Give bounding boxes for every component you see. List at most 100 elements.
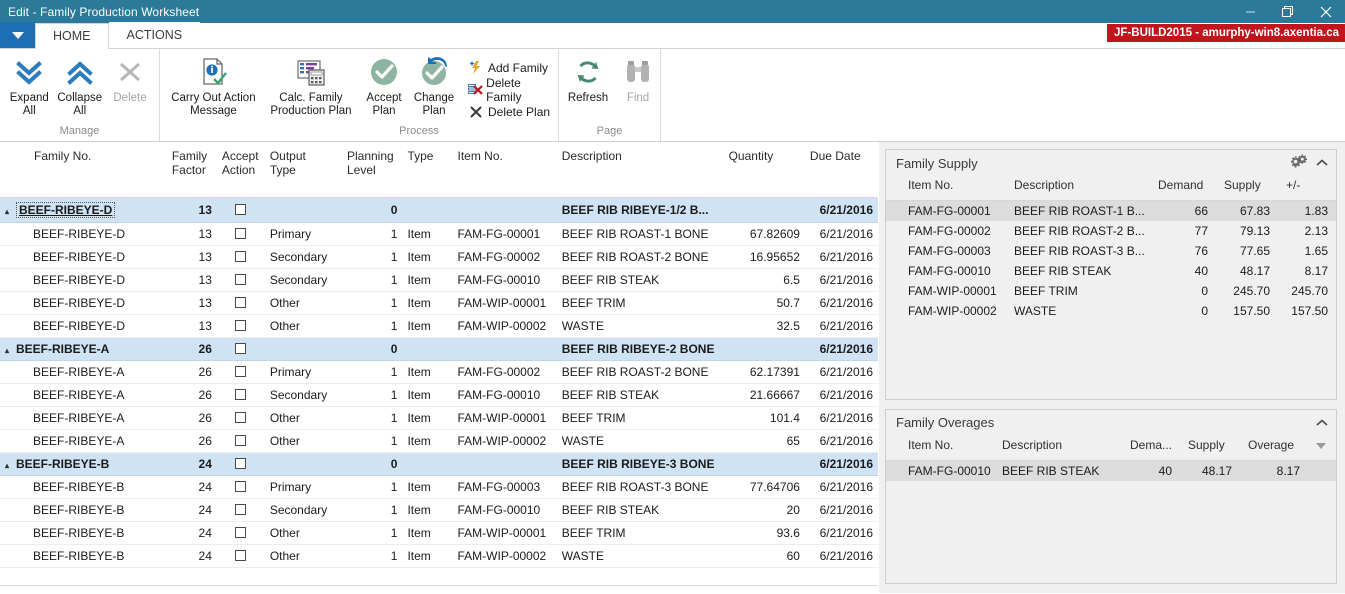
table-row[interactable]: BEEF-RIBEYE-D13Secondary1ItemFAM-FG-0000…: [0, 245, 878, 268]
col-type[interactable]: Type: [402, 142, 452, 197]
cell-output-type[interactable]: Other: [265, 521, 342, 544]
cell-family-factor[interactable]: 24: [167, 498, 217, 521]
fs-cell-item-no[interactable]: FAM-FG-00003: [886, 241, 1006, 261]
family-overages-row[interactable]: FAM-FG-00010BEEF RIB STEAK4048.178.17: [886, 460, 1336, 481]
cell-due-date[interactable]: 6/21/2016: [805, 245, 878, 268]
table-row[interactable]: BEEF-RIBEYE-B24Other1ItemFAM-WIP-00001BE…: [0, 521, 878, 544]
tab-actions[interactable]: ACTIONS: [109, 22, 201, 48]
cell-family-no[interactable]: BEEF-RIBEYE-B: [0, 544, 167, 567]
cell-planning-level[interactable]: 1: [342, 544, 402, 567]
cell-output-type[interactable]: Other: [265, 291, 342, 314]
accept-action-checkbox[interactable]: [235, 412, 246, 423]
col-due-date[interactable]: Due Date: [805, 142, 878, 197]
cell-item-no[interactable]: FAM-FG-00002: [453, 245, 557, 268]
cell-quantity[interactable]: 77.64706: [724, 475, 805, 498]
fs-cell-plus-minus[interactable]: 1.65: [1278, 241, 1336, 261]
fs-cell-demand[interactable]: 76: [1150, 241, 1216, 261]
table-row[interactable]: BEEF-RIBEYE-B24Secondary1ItemFAM-FG-0001…: [0, 498, 878, 521]
fs-cell-plus-minus[interactable]: 8.17: [1278, 261, 1336, 281]
cell-description[interactable]: WASTE: [557, 544, 724, 567]
cell-due-date[interactable]: 6/21/2016: [805, 337, 878, 360]
expand-all-button[interactable]: Expand All: [4, 55, 55, 118]
cell-accept-action[interactable]: [217, 197, 265, 222]
col-planning-level[interactable]: Planning Level: [342, 142, 402, 197]
cell-accept-action[interactable]: [217, 429, 265, 452]
cell-family-no[interactable]: BEEF-RIBEYE-B: [0, 475, 167, 498]
table-row[interactable]: BEEF-RIBEYE-D13Secondary1ItemFAM-FG-0001…: [0, 268, 878, 291]
cell-accept-action[interactable]: [217, 498, 265, 521]
table-row[interactable]: BEEF-RIBEYE-D13Other1ItemFAM-WIP-00001BE…: [0, 291, 878, 314]
cell-description[interactable]: WASTE: [557, 314, 724, 337]
fs-cell-item-no[interactable]: FAM-WIP-00002: [886, 301, 1006, 321]
accept-action-checkbox[interactable]: [235, 343, 246, 354]
cell-due-date[interactable]: 6/21/2016: [805, 429, 878, 452]
fs-cell-description[interactable]: WASTE: [1006, 301, 1150, 321]
accept-action-checkbox[interactable]: [235, 504, 246, 515]
fs-cell-supply[interactable]: 157.50: [1216, 301, 1278, 321]
cell-due-date[interactable]: 6/21/2016: [805, 222, 878, 245]
close-icon[interactable]: [1307, 0, 1345, 23]
col-description[interactable]: Description: [557, 142, 724, 197]
cell-family-factor[interactable]: 24: [167, 544, 217, 567]
cell-due-date[interactable]: 6/21/2016: [805, 498, 878, 521]
fs-cell-description[interactable]: BEEF RIB ROAST-2 B...: [1006, 221, 1150, 241]
cell-family-no[interactable]: ▴BEEF-RIBEYE-B: [0, 452, 167, 475]
cell-family-factor[interactable]: 26: [167, 383, 217, 406]
cell-quantity[interactable]: 21.66667: [724, 383, 805, 406]
cell-type[interactable]: Item: [402, 268, 452, 291]
cell-accept-action[interactable]: [217, 291, 265, 314]
carry-out-action-message-button[interactable]: Carry Out Action Message: [164, 55, 263, 118]
cell-family-no[interactable]: BEEF-RIBEYE-D: [0, 291, 167, 314]
fs-col-supply[interactable]: Supply: [1216, 176, 1278, 201]
fs-cell-item-no[interactable]: FAM-FG-00002: [886, 221, 1006, 241]
cell-family-no[interactable]: ▴BEEF-RIBEYE-A: [0, 337, 167, 360]
accept-plan-button[interactable]: Accept Plan: [359, 55, 409, 118]
fs-col-plus-minus[interactable]: +/-: [1278, 176, 1336, 201]
refresh-button[interactable]: Refresh: [563, 55, 613, 105]
col-output-type[interactable]: Output Type: [265, 142, 342, 197]
family-supply-row[interactable]: FAM-FG-00001BEEF RIB ROAST-1 B...6667.83…: [886, 201, 1336, 222]
cell-family-factor[interactable]: 13: [167, 222, 217, 245]
fo-cell-demand[interactable]: 40: [1122, 460, 1180, 481]
cell-due-date[interactable]: 6/21/2016: [805, 268, 878, 291]
fo-cell-supply[interactable]: 48.17: [1180, 460, 1240, 481]
fo-col-demand[interactable]: Dema...: [1122, 436, 1180, 461]
fo-cell-description[interactable]: BEEF RIB STEAK: [994, 460, 1122, 481]
chevron-up-icon[interactable]: [1316, 156, 1328, 170]
cell-item-no[interactable]: FAM-WIP-00001: [453, 521, 557, 544]
cell-type[interactable]: [402, 452, 452, 475]
cell-quantity[interactable]: [724, 337, 805, 360]
cell-output-type[interactable]: [265, 197, 342, 222]
cell-output-type[interactable]: Other: [265, 314, 342, 337]
col-quantity[interactable]: Quantity: [724, 142, 805, 197]
cell-description[interactable]: BEEF RIB STEAK: [557, 268, 724, 291]
family-supply-row[interactable]: FAM-WIP-00002WASTE0157.50157.50: [886, 301, 1336, 321]
cell-family-no[interactable]: BEEF-RIBEYE-A: [0, 383, 167, 406]
cell-family-factor[interactable]: 24: [167, 475, 217, 498]
cell-item-no[interactable]: FAM-WIP-00002: [453, 314, 557, 337]
restore-icon[interactable]: [1269, 0, 1307, 23]
accept-action-checkbox[interactable]: [235, 366, 246, 377]
cell-family-factor[interactable]: 13: [167, 291, 217, 314]
cell-family-factor[interactable]: 24: [167, 452, 217, 475]
cell-accept-action[interactable]: [217, 268, 265, 291]
cell-type[interactable]: [402, 197, 452, 222]
cell-planning-level[interactable]: 0: [342, 197, 402, 222]
cell-due-date[interactable]: 6/21/2016: [805, 452, 878, 475]
accept-action-checkbox[interactable]: [235, 435, 246, 446]
family-supply-row[interactable]: FAM-WIP-00001BEEF TRIM0245.70245.70: [886, 281, 1336, 301]
cell-description[interactable]: BEEF RIB ROAST-2 BONE: [557, 360, 724, 383]
cell-family-no[interactable]: BEEF-RIBEYE-D: [0, 245, 167, 268]
cell-type[interactable]: Item: [402, 475, 452, 498]
cell-type[interactable]: Item: [402, 544, 452, 567]
cell-accept-action[interactable]: [217, 314, 265, 337]
cell-item-no[interactable]: FAM-FG-00002: [453, 360, 557, 383]
fs-cell-plus-minus[interactable]: 1.83: [1278, 201, 1336, 222]
cell-accept-action[interactable]: [217, 245, 265, 268]
delete-plan-button[interactable]: Delete Plan: [465, 101, 554, 123]
cell-output-type[interactable]: Secondary: [265, 383, 342, 406]
delete-family-button[interactable]: Delete Family: [465, 79, 554, 101]
table-row[interactable]: BEEF-RIBEYE-B24Primary1ItemFAM-FG-00003B…: [0, 475, 878, 498]
accept-action-checkbox[interactable]: [235, 527, 246, 538]
accept-action-checkbox[interactable]: [235, 204, 246, 215]
